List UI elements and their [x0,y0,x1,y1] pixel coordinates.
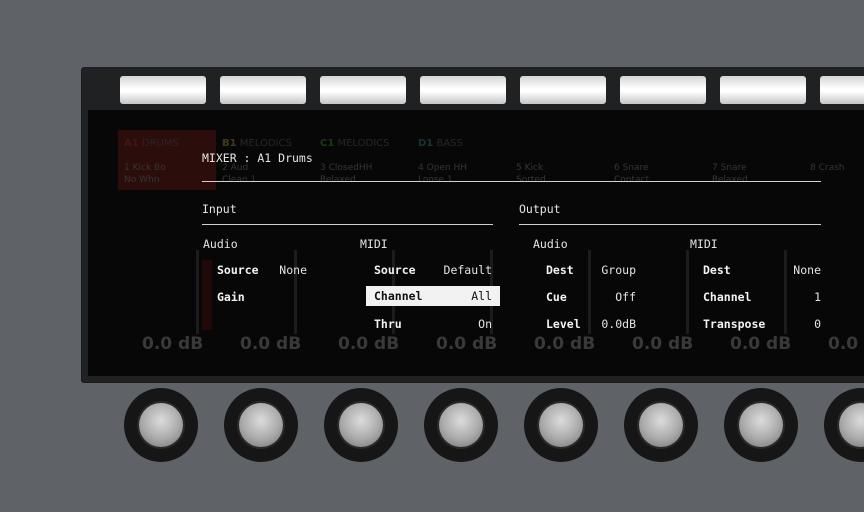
knob-cap [439,403,483,447]
encoder-knob-7[interactable] [724,388,798,462]
display-button-2[interactable] [220,76,306,104]
output-midi-transpose-value[interactable]: 0 [768,317,821,331]
input-midi-source-value[interactable]: Default [428,263,492,277]
display-button-4[interactable] [420,76,506,104]
knob-cap [339,403,383,447]
input-midi-channel-key: Channel [374,289,423,303]
output-audio-level-key[interactable]: Level [546,317,581,331]
knob-cap [739,403,783,447]
title-divider [202,181,821,182]
knob-cap [839,403,864,447]
knob-cap [639,403,683,447]
output-audio-level-value[interactable]: 0.0dB [588,317,636,331]
input-midi-label: MIDI [360,237,388,251]
output-midi-channel-value[interactable]: 1 [768,290,821,304]
display-button-7[interactable] [720,76,806,104]
output-audio-cue-key[interactable]: Cue [546,290,567,304]
input-midi-source-key[interactable]: Source [374,263,416,277]
output-audio-label: Audio [533,237,568,251]
input-audio-source-value[interactable]: None [258,263,307,277]
input-divider [202,224,493,225]
encoder-knob-3[interactable] [324,388,398,462]
input-midi-thru-key[interactable]: Thru [374,317,402,331]
encoder-knob-8[interactable] [824,388,864,462]
encoder-knob-6[interactable] [624,388,698,462]
knob-cap [139,403,183,447]
display-button-1[interactable] [120,76,206,104]
output-midi-dest-key[interactable]: Dest [703,263,731,277]
encoder-knob-4[interactable] [424,388,498,462]
display-button-8[interactable] [820,76,864,104]
output-header: Output [519,202,561,216]
input-audio-source-key[interactable]: Source [217,263,259,277]
encoder-knob-2[interactable] [224,388,298,462]
input-midi-channel-value: All [471,289,492,303]
display-screen: A1 DRUMS B1 MELODICS C1 MELODICS D1 BASS… [88,110,864,376]
input-audio-label: Audio [203,237,238,251]
encoder-knob-1[interactable] [124,388,198,462]
knob-cap [239,403,283,447]
output-midi-transpose-key[interactable]: Transpose [703,317,765,331]
page-title: MIXER : A1 Drums [202,151,313,165]
input-header: Input [202,202,237,216]
display-button-3[interactable] [320,76,406,104]
display-button-6[interactable] [620,76,706,104]
output-audio-dest-key[interactable]: Dest [546,263,574,277]
knob-cap [539,403,583,447]
output-audio-cue-value[interactable]: Off [588,290,636,304]
mixer-io-overlay: MIXER : A1 Drums Input Output Audio Sour… [88,110,864,376]
output-midi-channel-key[interactable]: Channel [703,290,751,304]
input-audio-gain-key[interactable]: Gain [217,290,245,304]
input-midi-channel-selected[interactable]: Channel All [366,286,500,306]
output-divider [519,224,821,225]
output-audio-dest-value[interactable]: Group [588,263,636,277]
encoder-knob-5[interactable] [524,388,598,462]
input-midi-thru-value[interactable]: On [428,317,492,331]
output-midi-label: MIDI [690,237,718,251]
display-button-5[interactable] [520,76,606,104]
output-midi-dest-value[interactable]: None [768,263,821,277]
